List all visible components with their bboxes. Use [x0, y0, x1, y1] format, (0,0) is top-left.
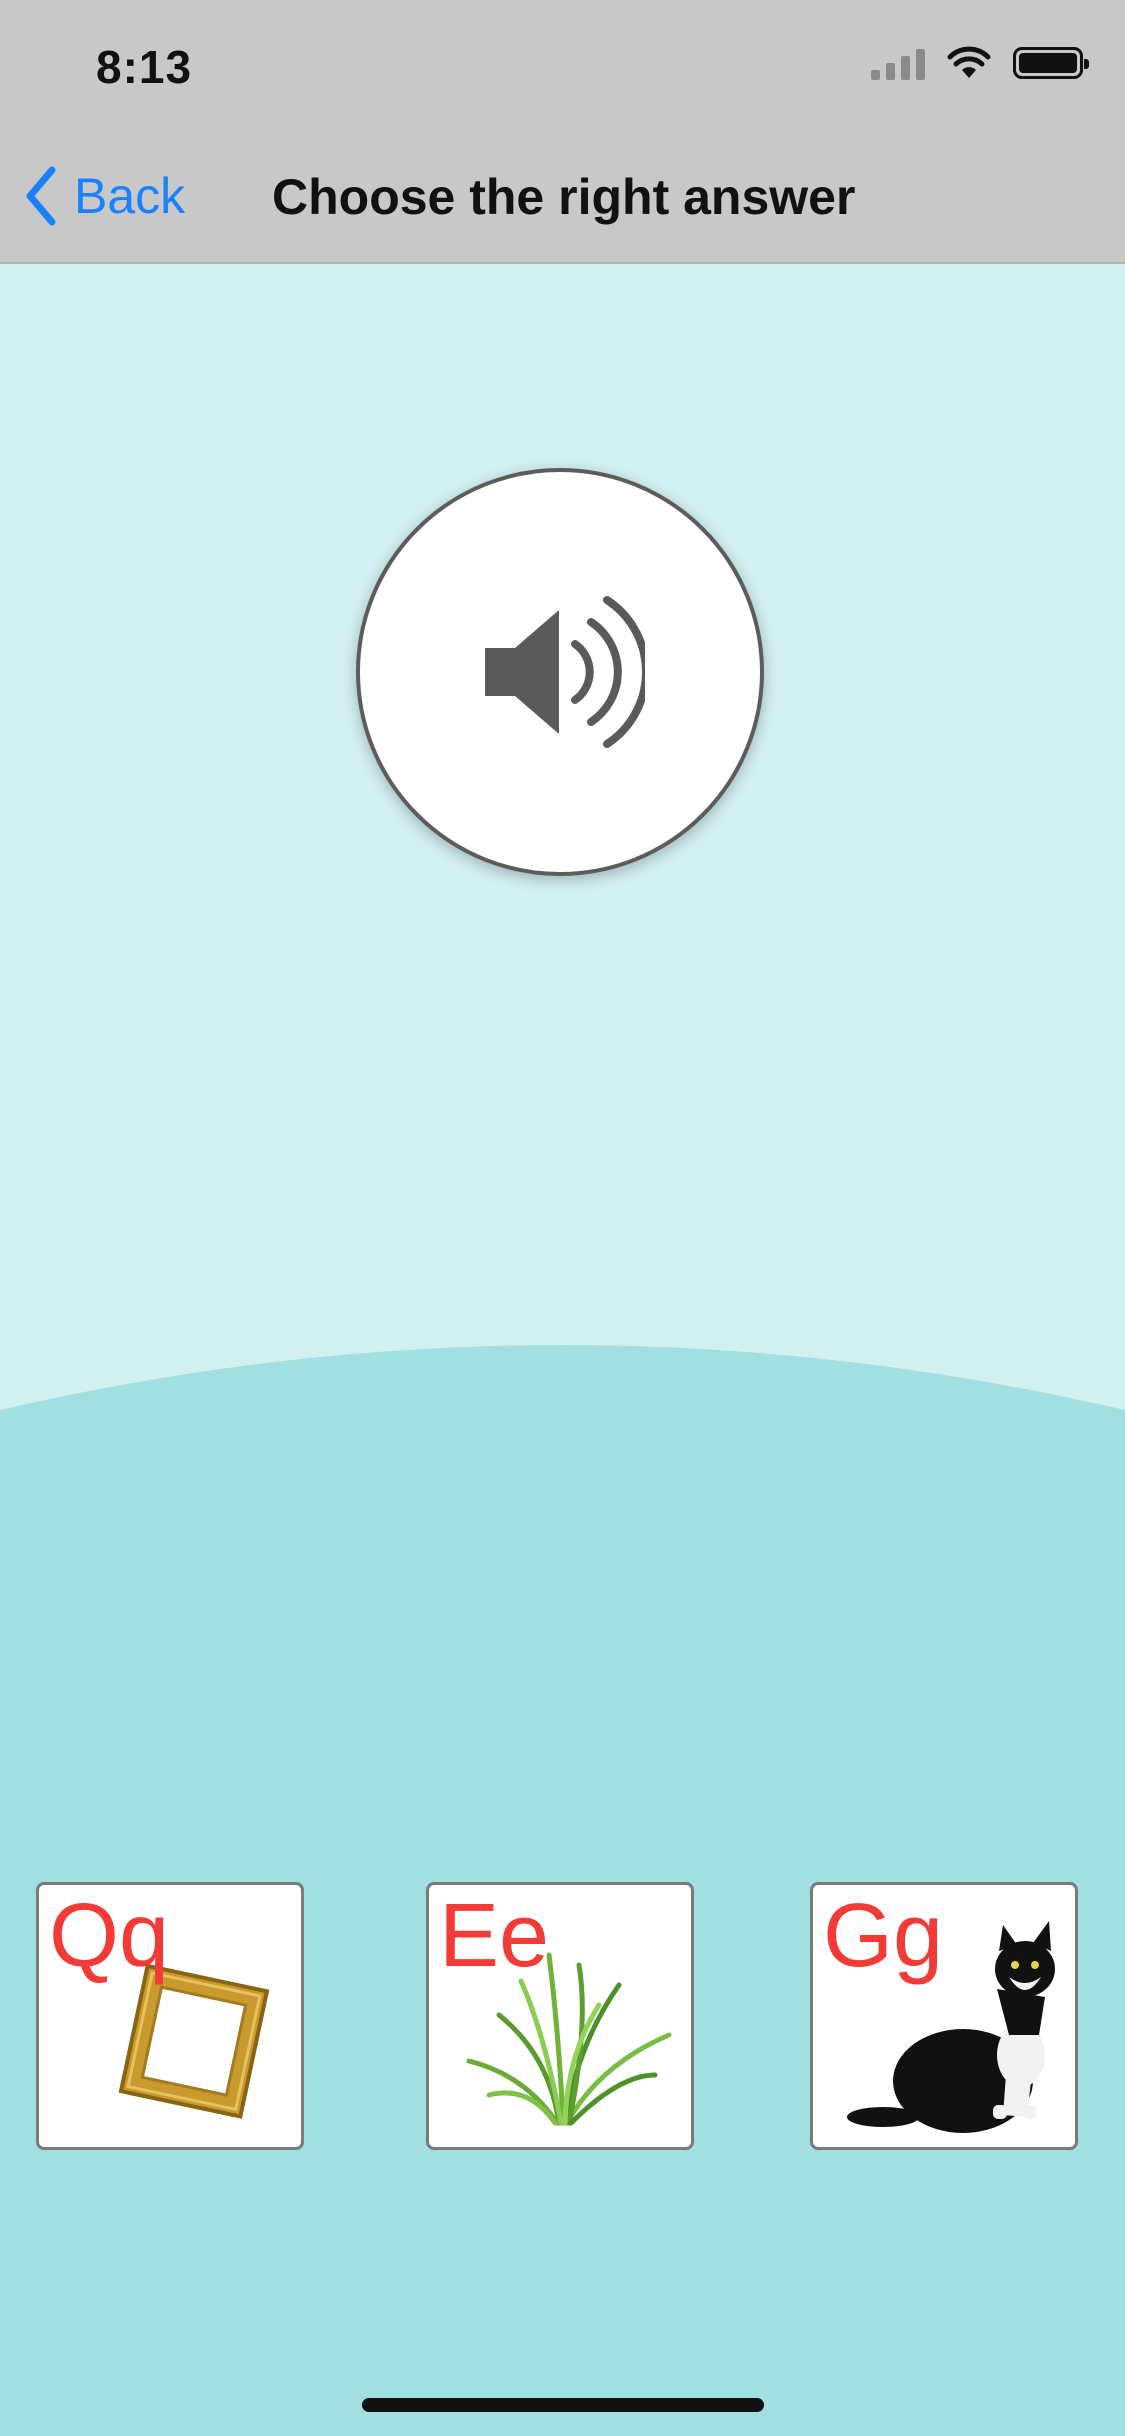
wifi-icon [947, 46, 991, 78]
answer-card-2[interactable]: Ee [426, 1882, 694, 2150]
page-title: Choose the right answer [272, 169, 856, 225]
chevron-left-icon [26, 166, 56, 226]
answer-cards: Qq Ee Gg [0, 1882, 1125, 2150]
back-button[interactable]: Back [24, 166, 185, 226]
play-sound-button[interactable] [356, 468, 764, 876]
answer-letter: Ee [439, 1886, 550, 1986]
battery-icon [1013, 47, 1089, 79]
navigation-bar: 8:13 Back Choose the right answer [0, 0, 1125, 264]
cellular-signal-icon [871, 46, 925, 80]
speaker-volume-icon [485, 596, 645, 748]
answer-card-1[interactable]: Qq [36, 1882, 304, 2150]
home-indicator [362, 2398, 764, 2412]
back-label: Back [74, 168, 186, 224]
answer-card-3[interactable]: Gg [810, 1882, 1078, 2150]
answer-letter: Gg [823, 1886, 944, 1986]
answer-letter: Qq [49, 1886, 170, 1986]
status-time: 8:13 [96, 41, 193, 93]
status-icons [871, 46, 1089, 80]
